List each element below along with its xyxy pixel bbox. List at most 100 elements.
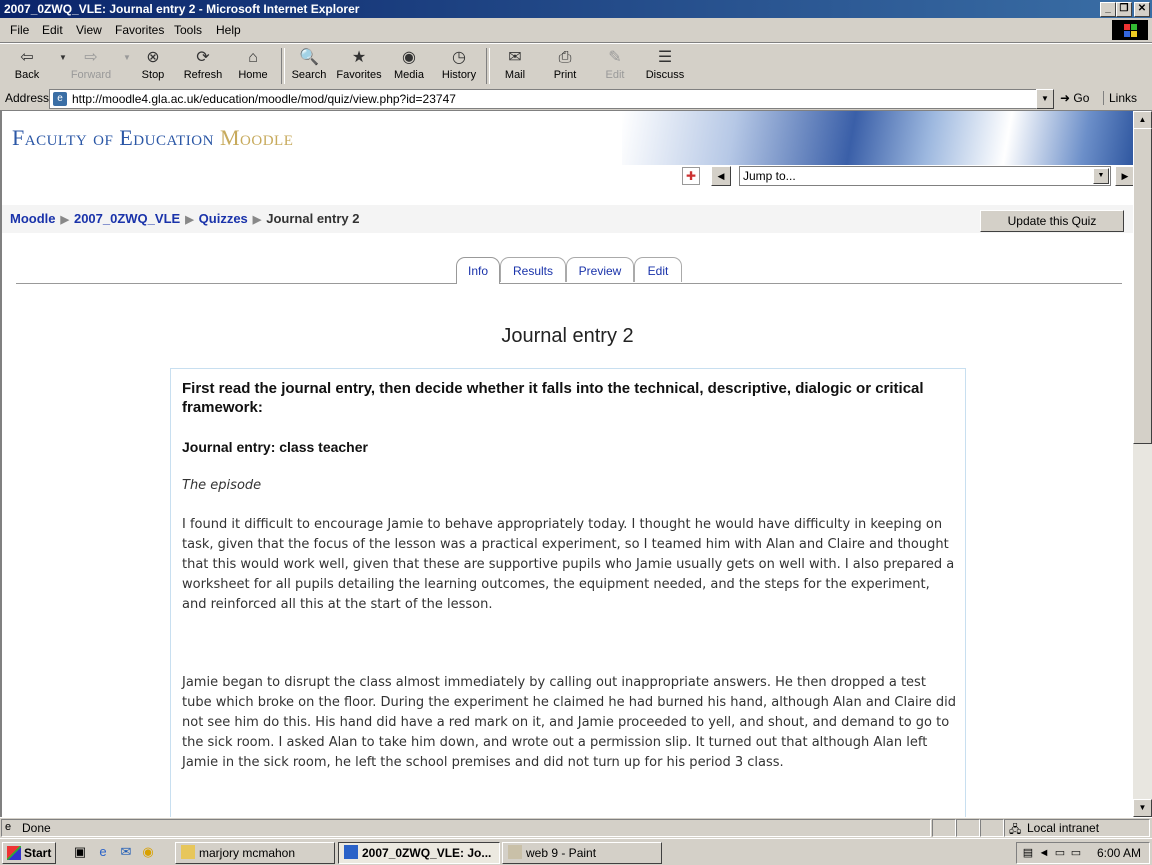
menu-view[interactable]: View [76,23,102,37]
breadcrumb-separator-icon: ▶ [60,214,69,226]
forward-button[interactable]: ⇨ Forward [66,46,116,86]
links-button[interactable]: Links [1103,91,1137,105]
menu-bar: File Edit View Favorites Tools Help [0,18,1152,43]
toolbar: ⇦ Back ▼ ⇨ Forward ▼ ⊗ Stop ⟳ Refresh ⌂ Home … [0,43,1152,89]
media-button[interactable]: ◉ Media [384,46,434,86]
menu-favorites[interactable]: Favorites [115,23,164,37]
go-arrow-icon: ➜ [1060,91,1071,105]
status-cell [980,819,1004,837]
display-icon[interactable]: ▭ [1069,846,1083,860]
breadcrumb-current: Journal entry 2 [266,211,360,226]
media-player-icon[interactable]: ◉ [140,844,156,860]
address-dropdown[interactable]: ▼ [1036,89,1054,109]
back-button[interactable]: ⇦ Back [2,46,52,86]
favorites-icon: ★ [351,49,367,66]
network-icon[interactable]: ▤ [1021,846,1035,860]
journal-paragraph-2: Jamie began to disrupt the class almost … [182,675,956,770]
refresh-icon: ⟳ [196,49,210,66]
site-header: Faculty of Education Moodle [2,111,1133,167]
clock: 6:00 AM [1096,846,1141,860]
volume-icon[interactable]: ◄ [1037,846,1051,860]
internet-explorer-icon [344,845,358,859]
menu-file[interactable]: File [10,23,29,37]
tab-preview[interactable]: Preview [566,257,634,282]
task-browser-window[interactable]: 2007_0ZWQ_VLE: Jo... [338,842,500,864]
scroll-down-button[interactable]: ▼ [1133,799,1152,817]
site-title[interactable]: Faculty of Education Moodle [12,125,293,151]
update-quiz-button[interactable]: Update this Quiz [980,210,1124,232]
episode-label: The episode [182,478,262,493]
printer-icon: ⎙ [558,49,572,66]
folder-icon [181,845,195,859]
home-button[interactable]: ⌂ Home [228,46,278,86]
vertical-scrollbar[interactable]: ▲ ▼ [1133,111,1152,817]
status-cell [1,819,931,837]
home-icon: ⌂ [248,49,258,66]
history-icon: ◷ [452,49,466,66]
jump-to-row: ✚ ◀ Jump to... ▼ ▶ [682,165,1133,187]
back-arrow-icon: ⇦ [20,49,34,66]
breadcrumb-separator-icon: ▶ [252,214,262,226]
up-arrow-icon: ▲ [1138,115,1147,124]
forward-dropdown[interactable]: ▼ [116,46,131,86]
stop-button[interactable]: ⊗ Stop [128,46,178,86]
address-url: http://moodle4.gla.ac.uk/education/moodl… [72,92,456,106]
question-subheading: Journal entry: class teacher [182,439,368,455]
dropdown-arrow-icon: ▼ [1093,168,1109,184]
start-button[interactable]: Start [2,842,56,864]
desktop-icon[interactable]: ▣ [72,844,88,860]
back-dropdown[interactable]: ▼ [52,46,67,86]
discuss-button[interactable]: ☰ Discuss [640,46,690,86]
breadcrumb-separator-icon: ▶ [185,214,194,226]
previous-activity-button[interactable]: ◀ [711,166,731,186]
edit-button[interactable]: ✎ Edit [590,46,640,86]
tab-results[interactable]: Results [500,257,566,282]
edit-icon: ✎ [608,49,622,66]
tab-edit[interactable]: Edit [634,257,682,282]
address-label: Address [5,91,50,105]
favorites-button[interactable]: ★ Favorites [334,46,384,86]
status-bar: e Done 🖧 Local intranet [0,817,1152,838]
search-button[interactable]: 🔍 Search [284,46,334,86]
internet-explorer-icon[interactable]: e [95,844,111,860]
menu-edit[interactable]: Edit [42,23,63,37]
breadcrumb-quizzes[interactable]: Quizzes [199,211,248,226]
breadcrumb-course[interactable]: 2007_0ZWQ_VLE [74,211,180,226]
next-activity-button[interactable]: ▶ [1115,166,1133,186]
outlook-icon[interactable]: ✉ [118,844,134,860]
scroll-up-button[interactable]: ▲ [1133,111,1152,129]
jump-to-select[interactable]: Jump to... ▼ [739,166,1111,186]
task-paint[interactable]: web 9 - Paint [502,842,662,864]
address-bar: Address e http://moodle4.gla.ac.uk/educa… [0,88,1152,111]
left-arrow-icon: ◀ [717,171,725,181]
mail-button[interactable]: ✉ Mail [490,46,540,86]
breadcrumb-moodle[interactable]: Moodle [10,211,56,226]
title-bar: 2007_0ZWQ_VLE: Journal entry 2 - Microso… [0,0,1152,18]
tab-info[interactable]: Info [456,257,500,284]
mail-icon: ✉ [508,49,522,66]
scroll-thumb[interactable] [1133,128,1152,444]
status-cell [956,819,980,837]
history-button[interactable]: ◷ History [434,46,484,86]
close-button[interactable]: ✕ [1134,2,1150,17]
monitor-icon[interactable]: ▭ [1053,846,1067,860]
navigation-icon[interactable]: ✚ [682,167,700,185]
minimize-button[interactable]: _ [1100,2,1116,17]
page-done-icon: e [5,821,12,833]
question-box: First read the journal entry, then decid… [170,368,966,817]
refresh-button[interactable]: ⟳ Refresh [178,46,228,86]
quiz-tabs: Info Results Preview Edit [16,257,1122,284]
menu-help[interactable]: Help [216,23,241,37]
down-arrow-icon: ▼ [1138,803,1147,812]
journal-paragraph-1: I found it difficult to encourage Jamie … [182,517,955,612]
search-icon: 🔍 [299,49,319,66]
status-text: Done [22,821,51,835]
page-content: Faculty of Education Moodle ✚ ◀ Jump to.… [0,111,1133,817]
question-heading: First read the journal entry, then decid… [182,380,924,416]
print-button[interactable]: ⎙ Print [540,46,590,86]
maximize-button[interactable]: ❐ [1116,2,1132,17]
go-button[interactable]: ➜ Go [1060,91,1089,105]
address-input[interactable]: e http://moodle4.gla.ac.uk/education/moo… [49,89,1037,109]
menu-tools[interactable]: Tools [174,23,202,37]
task-marjory-mcmahon[interactable]: marjory mcmahon [175,842,335,864]
